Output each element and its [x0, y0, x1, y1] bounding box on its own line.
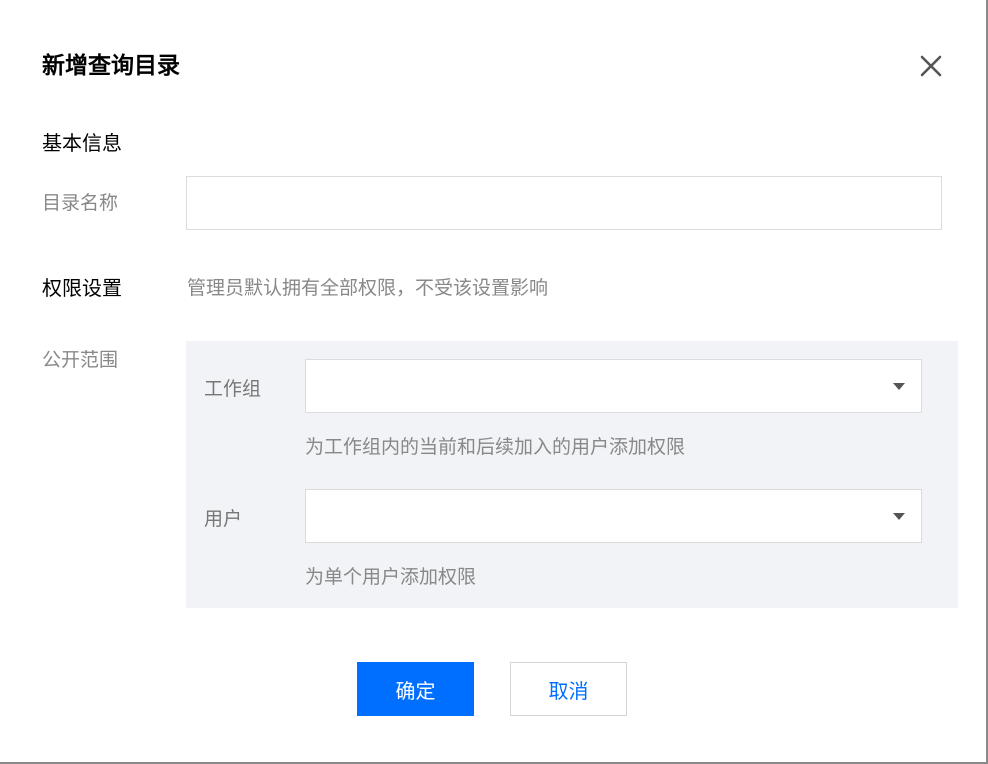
user-label: 用户 [204, 508, 243, 530]
user-hint: 为单个用户添加权限 [305, 566, 477, 588]
scope-label: 公开范围 [42, 349, 119, 371]
workgroup-select[interactable] [305, 359, 922, 413]
directory-name-label: 目录名称 [42, 192, 119, 214]
user-select[interactable] [305, 489, 922, 543]
section-title-basic-info: 基本信息 [42, 131, 122, 155]
caret-down-icon [893, 513, 905, 520]
workgroup-label: 工作组 [204, 378, 262, 400]
caret-down-icon [893, 383, 905, 390]
confirm-button[interactable]: 确定 [357, 662, 474, 716]
close-button[interactable] [915, 50, 947, 82]
scope-panel: 工作组 为工作组内的当前和后续加入的用户添加权限 用户 为单个用户添加权限 [186, 341, 958, 608]
workgroup-hint: 为工作组内的当前和后续加入的用户添加权限 [305, 436, 686, 458]
permissions-hint: 管理员默认拥有全部权限，不受该设置影响 [187, 277, 549, 299]
create-query-directory-dialog: 新增查询目录 基本信息 目录名称 权限设置 管理员默认拥有全部权限，不受该设置影… [0, 0, 988, 764]
directory-name-input[interactable] [186, 176, 942, 230]
dialog-title: 新增查询目录 [42, 53, 180, 79]
cancel-button[interactable]: 取消 [510, 662, 627, 716]
permissions-label: 权限设置 [42, 276, 122, 300]
close-icon [920, 55, 942, 77]
